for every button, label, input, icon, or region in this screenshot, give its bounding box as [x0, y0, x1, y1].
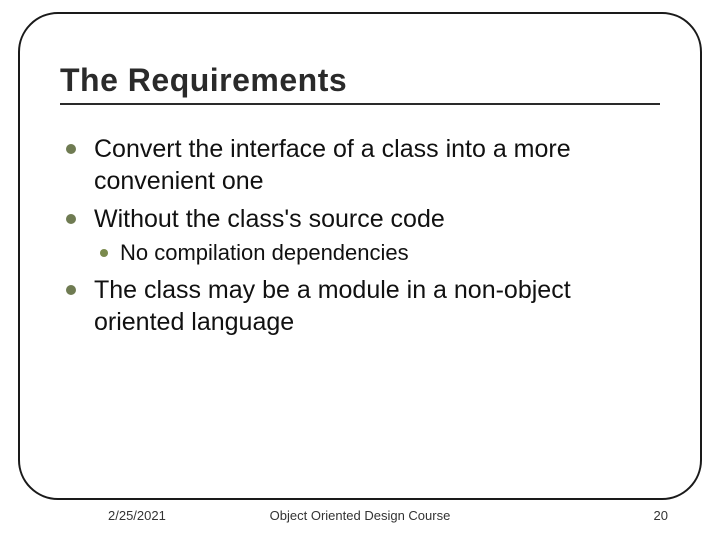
footer-course: Object Oriented Design Course — [270, 508, 451, 523]
footer-page-number: 20 — [654, 508, 668, 523]
bullet-text: Without the class's source code — [94, 205, 445, 233]
slide-footer: 2/25/2021 Object Oriented Design Course … — [0, 508, 720, 528]
bullet-text: Convert the interface of a class into a … — [94, 135, 571, 195]
slide-title: The Requirements — [60, 62, 660, 105]
sub-bullet-list: No compilation dependencies — [94, 239, 660, 268]
slide-frame: The Requirements Convert the interface o… — [18, 12, 702, 500]
slide-content: The Requirements Convert the interface o… — [20, 14, 700, 364]
bullet-text: The class may be a module in a non-objec… — [94, 276, 571, 336]
sub-bullet-text: No compilation dependencies — [120, 240, 409, 265]
bullet-list: Convert the interface of a class into a … — [60, 133, 660, 338]
footer-date: 2/25/2021 — [108, 508, 166, 523]
bullet-item: Convert the interface of a class into a … — [62, 133, 660, 197]
sub-bullet-item: No compilation dependencies — [94, 239, 660, 268]
bullet-item: The class may be a module in a non-objec… — [62, 274, 660, 338]
bullet-item: Without the class's source code No compi… — [62, 203, 660, 268]
